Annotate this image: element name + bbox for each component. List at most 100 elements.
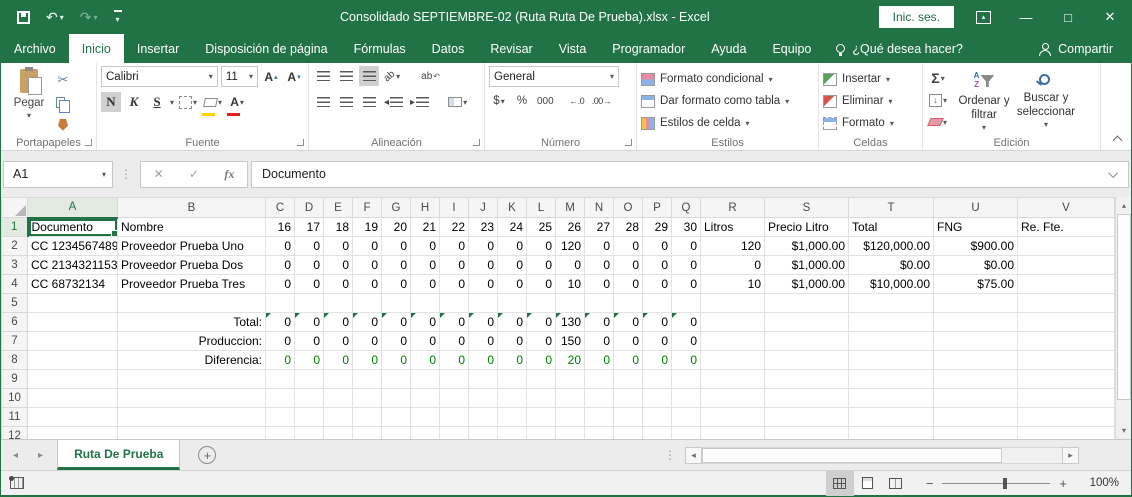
cell-A2[interactable]: CC 1234567489 — [28, 237, 118, 256]
tab-formulas[interactable]: Fórmulas — [341, 34, 419, 63]
cell-H7[interactable]: 0 — [411, 332, 440, 351]
cell-R6[interactable] — [701, 313, 765, 332]
cell-J3[interactable]: 0 — [469, 256, 498, 275]
cell-E9[interactable] — [324, 370, 353, 389]
cell-F11[interactable] — [353, 408, 382, 427]
column-header-B[interactable]: B — [118, 198, 266, 218]
cell-I7[interactable]: 0 — [440, 332, 469, 351]
align-left-button[interactable] — [313, 92, 333, 112]
cut-button[interactable]: ✂ — [53, 70, 73, 89]
cell-M2[interactable]: 120 — [556, 237, 585, 256]
cell-O9[interactable] — [614, 370, 643, 389]
cell-J8[interactable]: 0 — [469, 351, 498, 370]
cell-L6[interactable]: 0 — [527, 313, 556, 332]
button-formato-condicional[interactable]: Formato condicional▾ — [641, 68, 814, 90]
cell-O1[interactable]: 28 — [614, 218, 643, 237]
cell-B12[interactable] — [118, 427, 266, 440]
cell-L10[interactable] — [527, 389, 556, 408]
cell-G10[interactable] — [382, 389, 411, 408]
cell-F9[interactable] — [353, 370, 382, 389]
cell-B9[interactable] — [118, 370, 266, 389]
cell-T11[interactable] — [849, 408, 934, 427]
cell-I2[interactable]: 0 — [440, 237, 469, 256]
cell-T12[interactable] — [849, 427, 934, 440]
cell-C11[interactable] — [266, 408, 295, 427]
cell-U7[interactable] — [934, 332, 1018, 351]
cell-D1[interactable]: 17 — [295, 218, 324, 237]
cell-R10[interactable] — [701, 389, 765, 408]
cell-Q1[interactable]: 30 — [672, 218, 701, 237]
name-box[interactable]: A1 ▾ — [3, 161, 113, 188]
scroll-left-icon[interactable]: ◂ — [685, 447, 702, 464]
cell-V3[interactable] — [1018, 256, 1115, 275]
cell-R3[interactable]: 0 — [701, 256, 765, 275]
decrease-decimal-button[interactable]: .00→ — [590, 91, 614, 111]
currency-format-button[interactable]: $▾ — [489, 91, 509, 111]
cell-J10[interactable] — [469, 389, 498, 408]
cell-E7[interactable]: 0 — [324, 332, 353, 351]
cell-A5[interactable] — [28, 294, 118, 313]
cell-D6[interactable]: 0 — [295, 313, 324, 332]
cell-G12[interactable] — [382, 427, 411, 440]
cell-S6[interactable] — [765, 313, 849, 332]
enter-formula-icon[interactable]: ✓ — [189, 167, 199, 181]
cell-B10[interactable] — [118, 389, 266, 408]
cell-U9[interactable] — [934, 370, 1018, 389]
tab-disposicion-de-pagina[interactable]: Disposición de página — [192, 34, 340, 63]
column-header-C[interactable]: C — [266, 198, 295, 218]
cell-H6[interactable]: 0 — [411, 313, 440, 332]
cell-H2[interactable]: 0 — [411, 237, 440, 256]
column-header-V[interactable]: V — [1018, 198, 1115, 218]
row-header-3[interactable]: 3 — [2, 256, 28, 275]
cell-Q11[interactable] — [672, 408, 701, 427]
cell-U11[interactable] — [934, 408, 1018, 427]
cell-B5[interactable] — [118, 294, 266, 313]
cell-C1[interactable]: 16 — [266, 218, 295, 237]
cell-D12[interactable] — [295, 427, 324, 440]
cell-E3[interactable]: 0 — [324, 256, 353, 275]
cell-M7[interactable]: 150 — [556, 332, 585, 351]
cell-H1[interactable]: 21 — [411, 218, 440, 237]
cell-O2[interactable]: 0 — [614, 237, 643, 256]
column-header-E[interactable]: E — [324, 198, 353, 218]
tab-archivo[interactable]: Archivo — [1, 34, 69, 63]
row-header-2[interactable]: 2 — [2, 237, 28, 256]
cell-R5[interactable] — [701, 294, 765, 313]
horizontal-scroll-thumb[interactable] — [702, 448, 1002, 463]
cell-P11[interactable] — [643, 408, 672, 427]
page-break-view-button[interactable] — [882, 471, 910, 496]
cell-J11[interactable] — [469, 408, 498, 427]
cell-L9[interactable] — [527, 370, 556, 389]
cell-H8[interactable]: 0 — [411, 351, 440, 370]
wrap-text-button[interactable]: ab↶ — [419, 66, 442, 86]
cell-T3[interactable]: $0.00 — [849, 256, 934, 275]
close-button[interactable]: ✕ — [1089, 0, 1131, 34]
zoom-slider-thumb[interactable] — [1003, 478, 1007, 489]
column-header-D[interactable]: D — [295, 198, 324, 218]
button-eliminar[interactable]: Eliminar▾ — [823, 90, 918, 112]
share-button[interactable]: Compartir — [1039, 34, 1131, 63]
row-header-12[interactable]: 12 — [2, 427, 28, 440]
cell-V12[interactable] — [1018, 427, 1115, 440]
cell-B4[interactable]: Proveedor Prueba Tres — [118, 275, 266, 294]
cell-A12[interactable] — [28, 427, 118, 440]
cell-T2[interactable]: $120,000.00 — [849, 237, 934, 256]
cell-C6[interactable]: 0 — [266, 313, 295, 332]
row-header-4[interactable]: 4 — [2, 275, 28, 294]
tab-ayuda[interactable]: Ayuda — [698, 34, 759, 63]
font-size-select[interactable]: 11▾ — [221, 66, 258, 87]
cell-O5[interactable] — [614, 294, 643, 313]
font-name-select[interactable]: Calibri▾ — [101, 66, 218, 87]
align-middle-button[interactable] — [336, 66, 356, 86]
increase-font-button[interactable]: A▴ — [261, 67, 281, 87]
cell-J9[interactable] — [469, 370, 498, 389]
ribbon-display-options-icon[interactable]: ▴ — [976, 11, 991, 24]
cell-V2[interactable] — [1018, 237, 1115, 256]
tab-programador[interactable]: Programador — [599, 34, 698, 63]
cell-R4[interactable]: 10 — [701, 275, 765, 294]
cell-I11[interactable] — [440, 408, 469, 427]
page-layout-view-button[interactable] — [854, 471, 882, 496]
cell-K10[interactable] — [498, 389, 527, 408]
italic-button[interactable]: K — [124, 92, 144, 112]
cell-U8[interactable] — [934, 351, 1018, 370]
